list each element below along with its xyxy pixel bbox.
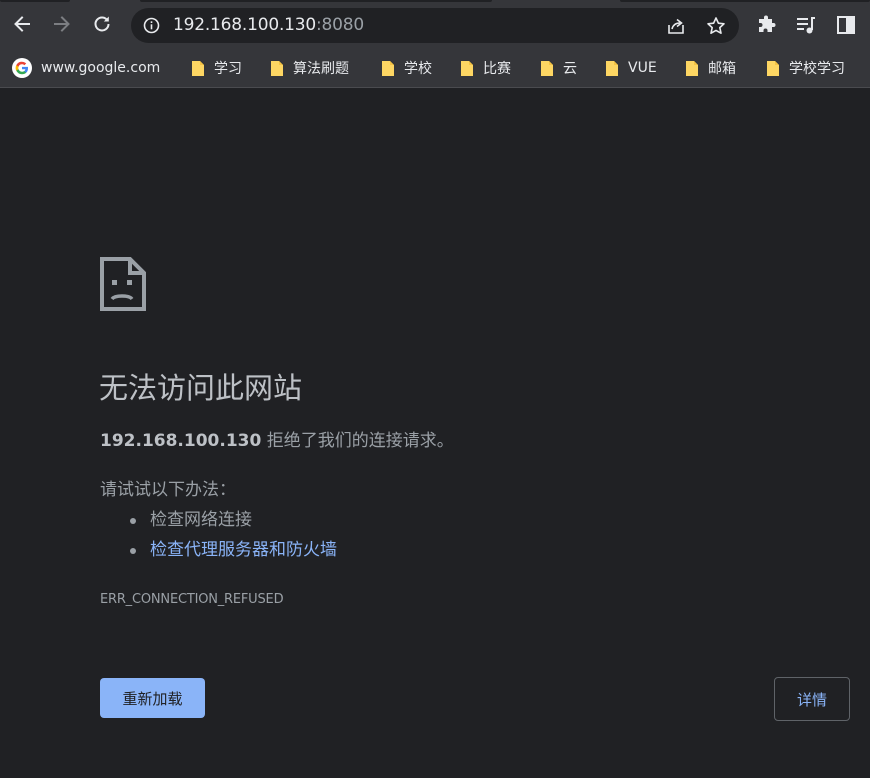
bookmark-label: www.google.com xyxy=(41,60,161,76)
bookmark-folder-algorithms[interactable]: 算法刷题 xyxy=(270,55,349,81)
bookmark-folder-cloud[interactable]: 云 xyxy=(540,55,577,81)
bookmark-label: 学校 xyxy=(404,61,432,77)
bookmark-label: 比赛 xyxy=(483,61,511,77)
reload-icon xyxy=(94,16,110,32)
bookmarks-bar: www.google.com 学习 算法刷题 学校 比赛 云 VUE 邮箱 学校… xyxy=(0,50,870,88)
share-icon[interactable] xyxy=(666,16,686,36)
bookmark-folder-vue[interactable]: VUE xyxy=(605,55,657,81)
bookmark-google[interactable]: www.google.com xyxy=(12,55,160,81)
folder-icon xyxy=(461,60,473,76)
google-icon xyxy=(12,58,32,78)
folder-icon xyxy=(767,60,779,76)
url-port: :8080 xyxy=(316,15,365,35)
folder-icon xyxy=(271,60,283,76)
side-panel-icon[interactable] xyxy=(835,14,857,36)
bookmark-label: VUE xyxy=(628,60,657,76)
reload-button[interactable] xyxy=(87,9,117,39)
browser-toolbar: 192.168.100.130:8080 xyxy=(0,0,870,50)
error-description-text: 拒绝了我们的连接请求。 xyxy=(261,431,454,451)
bookmark-label: 算法刷题 xyxy=(293,61,349,77)
suggestion-text: 检查网络连接 xyxy=(150,510,252,530)
star-icon[interactable] xyxy=(706,16,726,36)
forward-arrow-icon xyxy=(54,16,70,32)
details-button[interactable]: 详情 xyxy=(774,677,850,721)
info-icon[interactable] xyxy=(143,17,160,34)
bookmark-label: 云 xyxy=(563,61,577,77)
folder-icon xyxy=(606,60,618,76)
suggestion-check-network: 检查网络连接 xyxy=(100,507,337,537)
suggestions-list: 检查网络连接 检查代理服务器和防火墙 xyxy=(100,507,337,567)
error-code: ERR_CONNECTION_REFUSED xyxy=(100,592,284,607)
bookmark-folder-xuexi[interactable]: 学习 xyxy=(191,55,242,81)
suggestion-check-proxy[interactable]: 检查代理服务器和防火墙 xyxy=(100,537,337,567)
url-host: 192.168.100.130 xyxy=(173,15,317,35)
back-button[interactable] xyxy=(7,9,37,39)
folder-icon xyxy=(541,60,553,76)
back-arrow-icon xyxy=(14,16,30,32)
bookmark-label: 学习 xyxy=(214,61,242,77)
bookmark-label: 学校学习 xyxy=(789,61,845,77)
folder-icon xyxy=(192,60,204,76)
tab-strip-edge xyxy=(0,0,870,4)
bookmark-folder-mail[interactable]: 邮箱 xyxy=(685,55,736,81)
bookmark-label: 邮箱 xyxy=(708,61,736,77)
bookmark-folder-school[interactable]: 学校 xyxy=(381,55,432,81)
bullet-icon xyxy=(130,518,136,524)
forward-button[interactable] xyxy=(47,9,77,39)
folder-icon xyxy=(382,60,394,76)
bullet-icon xyxy=(130,548,136,554)
check-proxy-firewall-link[interactable]: 检查代理服务器和防火墙 xyxy=(150,540,337,560)
reload-page-button[interactable]: 重新加载 xyxy=(100,678,205,718)
address-bar[interactable]: 192.168.100.130:8080 xyxy=(131,8,739,43)
url-text[interactable]: 192.168.100.130:8080 xyxy=(173,14,364,36)
error-host: 192.168.100.130 xyxy=(100,431,262,451)
folder-icon xyxy=(686,60,698,76)
error-title: 无法访问此网站 xyxy=(99,371,303,405)
media-control-icon[interactable] xyxy=(795,14,817,36)
sad-document-icon xyxy=(100,257,146,311)
bookmark-folder-school-study[interactable]: 学校学习 xyxy=(766,55,845,81)
puzzle-icon[interactable] xyxy=(756,14,778,36)
bookmark-folder-competition[interactable]: 比赛 xyxy=(460,55,511,81)
error-description: 192.168.100.130 拒绝了我们的连接请求。 xyxy=(100,429,454,453)
suggestions-heading: 请试试以下办法： xyxy=(100,480,236,500)
